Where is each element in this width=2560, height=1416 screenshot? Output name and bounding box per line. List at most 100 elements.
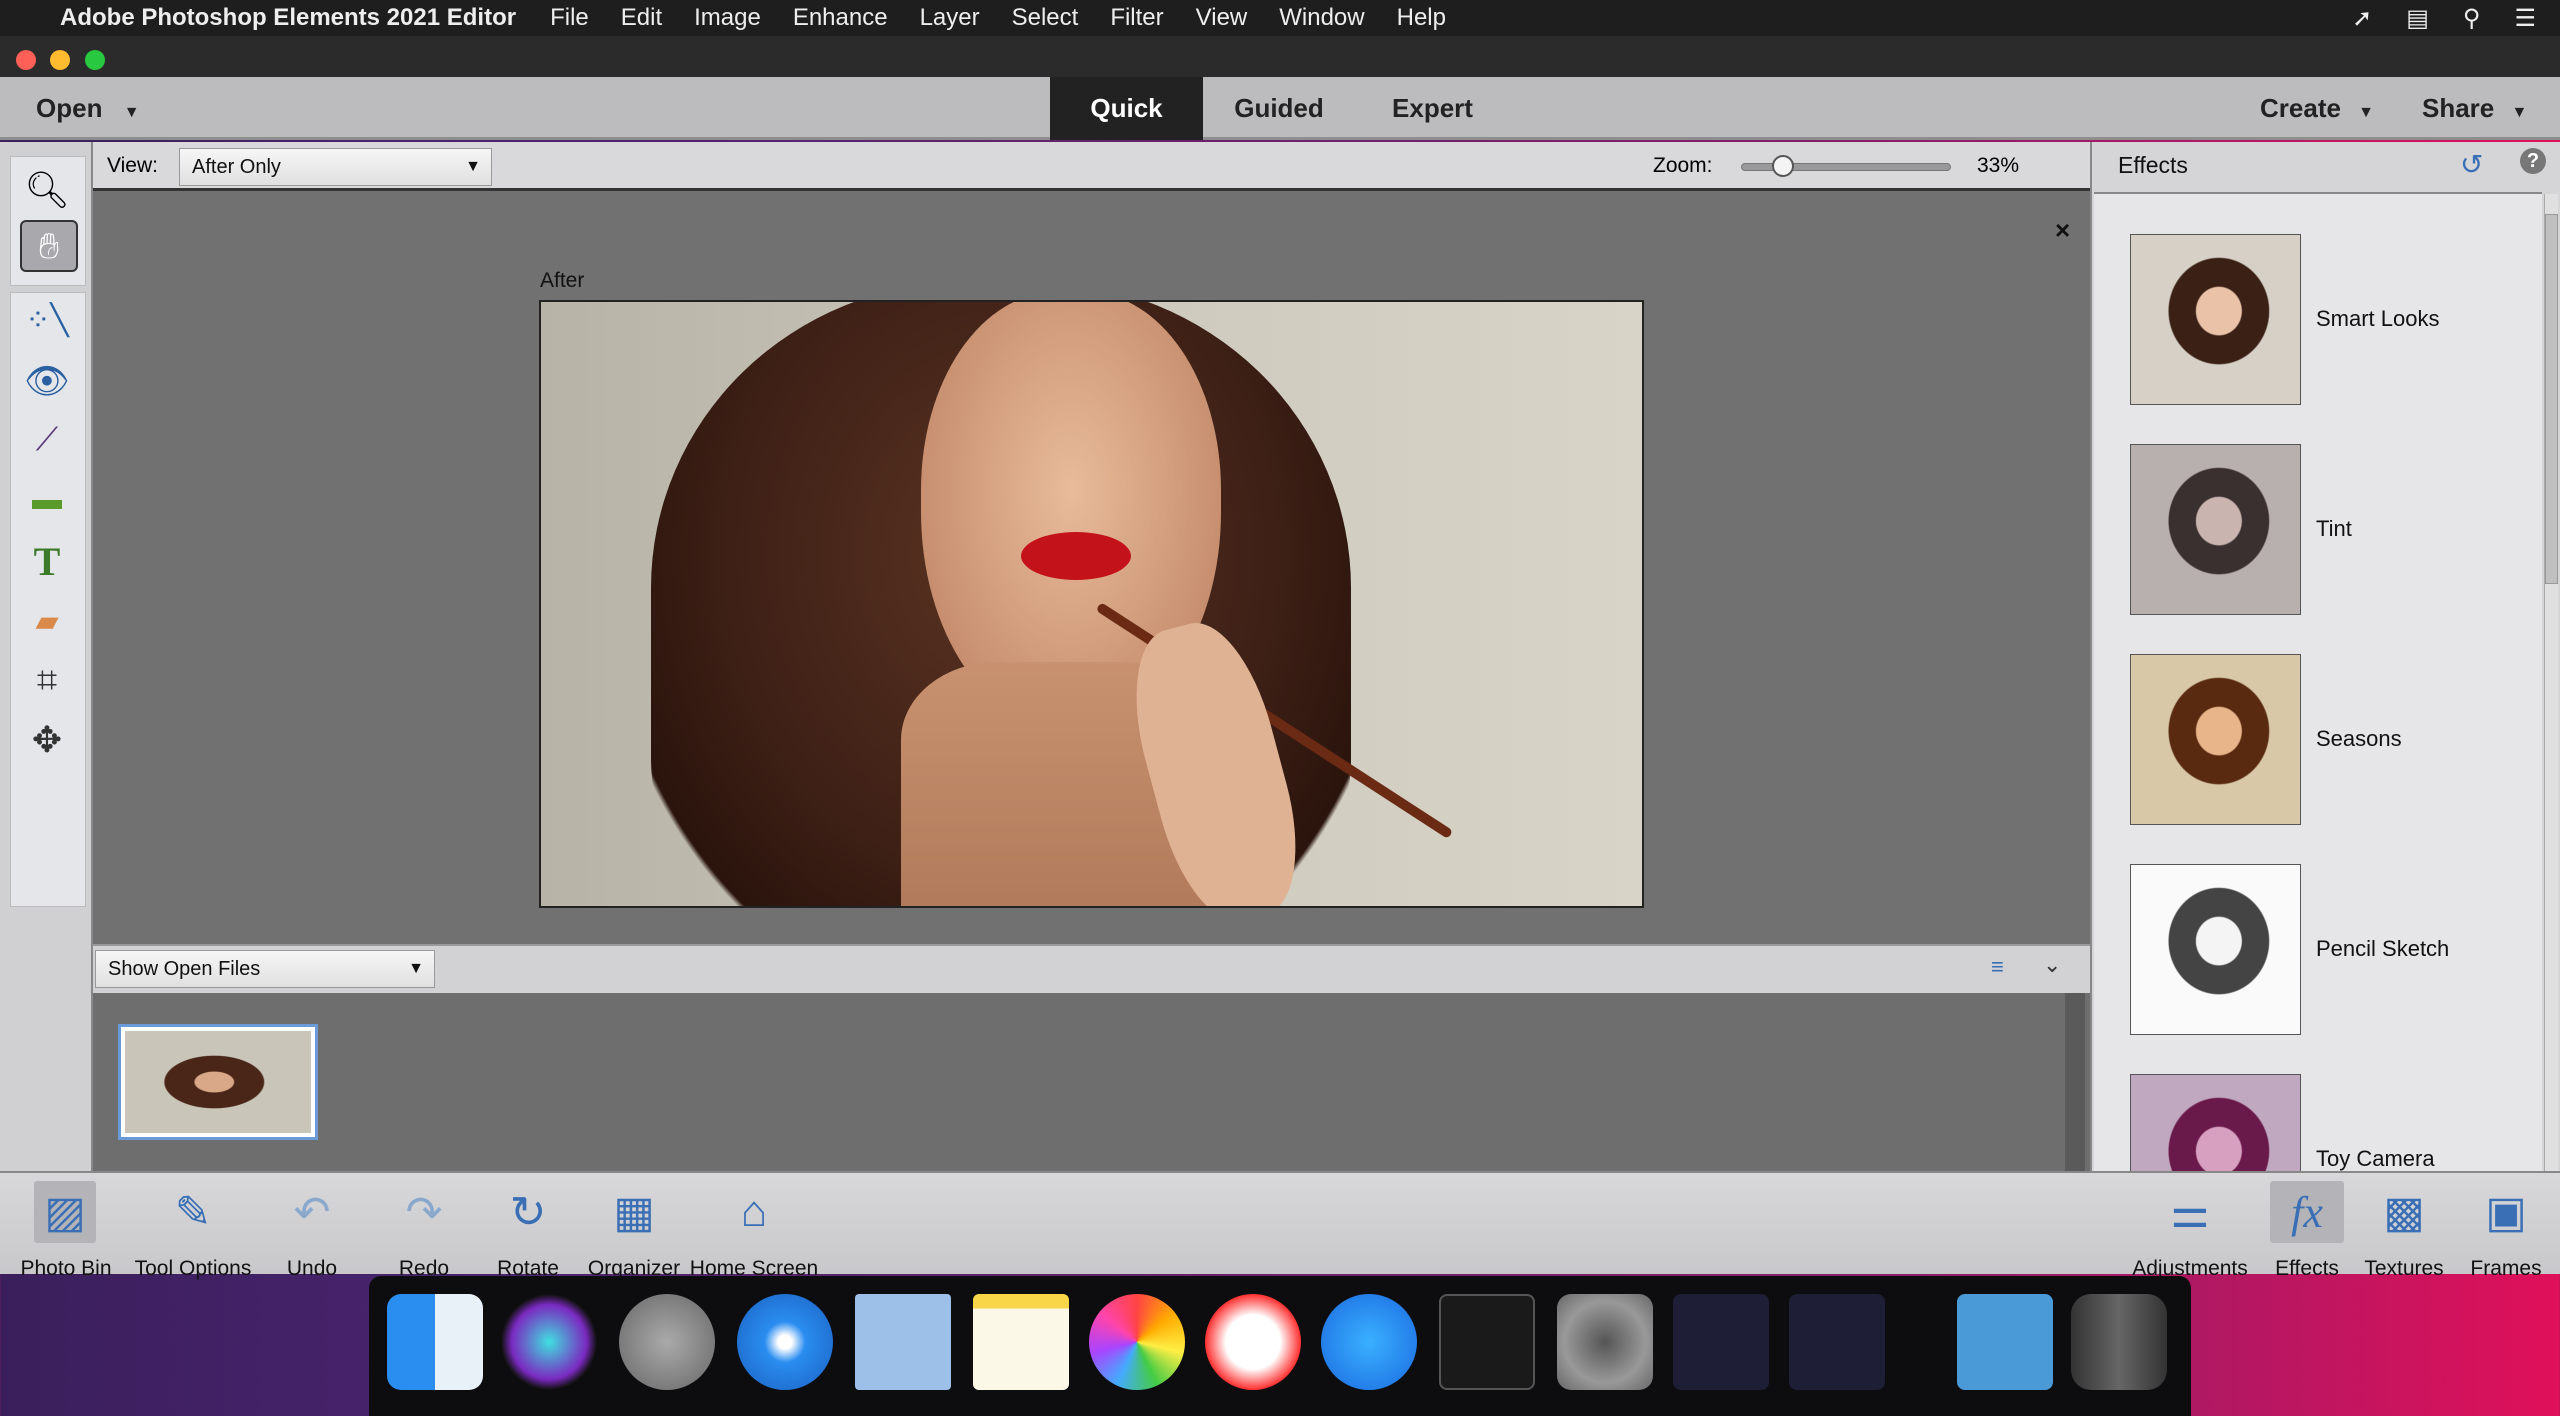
redo-button[interactable]: ↷ Redo [384,1181,464,1281]
effect-label[interactable]: Tint [2316,516,2352,542]
bin-scrollbar[interactable] [2065,993,2085,1171]
tab-quick[interactable]: Quick [1050,77,1203,140]
tool-options-icon: ✎ [174,1187,212,1237]
hand-tool-icon[interactable]: ✋︎ [20,220,78,272]
rotate-button[interactable]: ↻ Rotate [488,1181,568,1281]
open-button[interactable]: Open ▼ [36,77,140,140]
crop-tool-icon[interactable]: ⌗ [18,654,76,706]
menu-window[interactable]: Window [1279,4,1364,32]
downloads-folder-icon[interactable] [1957,1294,2053,1390]
effect-thumb-pencil-sketch[interactable] [2130,864,2301,1035]
flag-icon[interactable]: ▤ [2406,4,2429,33]
zoom-tool-icon[interactable]: 🔍︎ [18,164,76,216]
frames-button[interactable]: ▣ Frames [2464,1181,2548,1281]
whiten-teeth-icon[interactable]: ⟋ [18,414,76,466]
textures-button[interactable]: ▩ Textures [2362,1181,2446,1281]
adjustments-button[interactable]: ⚌ Adjustments [2128,1181,2252,1281]
share-label: Share [2422,93,2495,123]
close-icon[interactable]: × [2055,215,2070,246]
minimize-window-button[interactable] [50,50,70,70]
effect-thumb-toy-camera[interactable] [2130,1074,2301,1171]
finder-icon[interactable] [387,1294,483,1390]
chevron-down-icon: ▼ [2358,104,2375,121]
red-eye-icon[interactable]: 👁︎ [18,355,76,407]
photos-icon[interactable] [1089,1294,1185,1390]
organizer-button[interactable]: ▦ Organizer [584,1181,684,1281]
menu-view[interactable]: View [1196,4,1248,32]
show-open-files-dropdown[interactable]: Show Open Files ▼ [95,950,435,988]
spot-healing-icon[interactable]: ▰ [18,595,76,647]
effects-scrollbar[interactable] [2544,194,2558,1171]
effects-button[interactable]: fx Effects [2270,1181,2344,1281]
view-dropdown[interactable]: After Only ▼ [179,148,492,186]
menu-enhance[interactable]: Enhance [793,4,888,32]
trash-icon[interactable] [2071,1294,2167,1390]
effect-thumb-smart-looks[interactable] [2130,234,2301,405]
quick-selection-icon[interactable]: ⁘╲ [18,294,76,346]
menu-filter[interactable]: Filter [1110,4,1163,32]
share-button[interactable]: Share ▼ [2422,77,2527,140]
bin-menu-icon[interactable]: ≡ [1991,954,2004,980]
create-label: Create [2260,93,2341,123]
app-store-icon[interactable] [1321,1294,1417,1390]
menu-edit[interactable]: Edit [621,4,662,32]
photo-bin-bar: Show Open Files ▼ ≡ ⌄ [93,944,2090,993]
effect-label[interactable]: Seasons [2316,726,2402,752]
menu-layer[interactable]: Layer [920,4,980,32]
help-icon[interactable]: ? [2520,148,2546,174]
spotlight-search-icon[interactable]: ⚲ [2463,4,2481,33]
zoom-slider[interactable] [1741,155,1951,177]
open-label: Open [36,93,103,123]
effect-thumb-seasons[interactable] [2130,654,2301,825]
menu-file[interactable]: File [550,4,589,32]
control-center-icon[interactable]: ☰ [2514,4,2536,33]
undo-button[interactable]: ↶ Undo [272,1181,352,1281]
zoom-window-button[interactable] [85,50,105,70]
effect-label[interactable]: Toy Camera [2316,1146,2435,1171]
effect-label[interactable]: Pencil Sketch [2316,936,2449,962]
app-name[interactable]: Adobe Photoshop Elements 2021 Editor [60,4,516,32]
tab-guided[interactable]: Guided [1203,77,1355,140]
chevron-down-icon: ▼ [2511,104,2528,121]
type-tool-icon[interactable]: T [18,535,76,587]
effect-thumb-tint[interactable] [2130,444,2301,615]
photoshop-elements-icon[interactable] [1673,1294,1769,1390]
zoom-slider-handle[interactable] [1771,155,1794,177]
tab-expert[interactable]: Expert [1355,77,1510,140]
tool-options-label: Tool Options [134,1257,252,1280]
system-preferences-icon[interactable] [1557,1294,1653,1390]
chevron-down-icon: ▼ [123,104,140,121]
tool-options-bar: View: After Only ▼ Zoom: 33% [93,142,2090,191]
move-tool-icon[interactable]: ✥ [18,714,76,766]
safari-icon[interactable] [737,1294,833,1390]
location-icon[interactable]: ➚ [2352,4,2372,33]
launchpad-icon[interactable] [619,1294,715,1390]
chevron-down-icon: ▼ [408,960,424,977]
panel-title: Effects [2118,152,2188,178]
siri-icon[interactable] [501,1294,597,1390]
scrollbar-thumb[interactable] [2545,214,2558,584]
music-icon[interactable] [1205,1294,1301,1390]
bin-dropdown-value: Show Open Files [108,958,261,980]
window-title-bar [0,36,2560,77]
straighten-icon[interactable]: ▬ [18,474,76,526]
photo-thumbnail[interactable] [118,1024,318,1140]
tool-options-button[interactable]: ✎ Tool Options [128,1181,258,1281]
reset-icon[interactable]: ↺ [2460,148,2483,181]
notes-icon[interactable] [973,1294,1069,1390]
photo-bin-label: Photo Bin [20,1257,112,1280]
menu-image[interactable]: Image [694,4,761,32]
close-window-button[interactable] [16,50,36,70]
menu-select[interactable]: Select [1012,4,1079,32]
home-screen-button[interactable]: ⌂ Home Screen [686,1181,822,1281]
edited-photo[interactable] [539,300,1644,908]
terminal-icon[interactable] [1439,1294,1535,1390]
home-icon: ⌂ [740,1187,768,1236]
create-button[interactable]: Create ▼ [2260,77,2374,140]
photo-bin-button[interactable]: ▨ Photo Bin [14,1181,118,1281]
menu-help[interactable]: Help [1397,4,1446,32]
mail-icon[interactable] [855,1294,951,1390]
photoshop-elements-editor-icon[interactable] [1789,1294,1885,1390]
effect-label[interactable]: Smart Looks [2316,306,2440,332]
collapse-bin-icon[interactable]: ⌄ [2043,952,2061,978]
